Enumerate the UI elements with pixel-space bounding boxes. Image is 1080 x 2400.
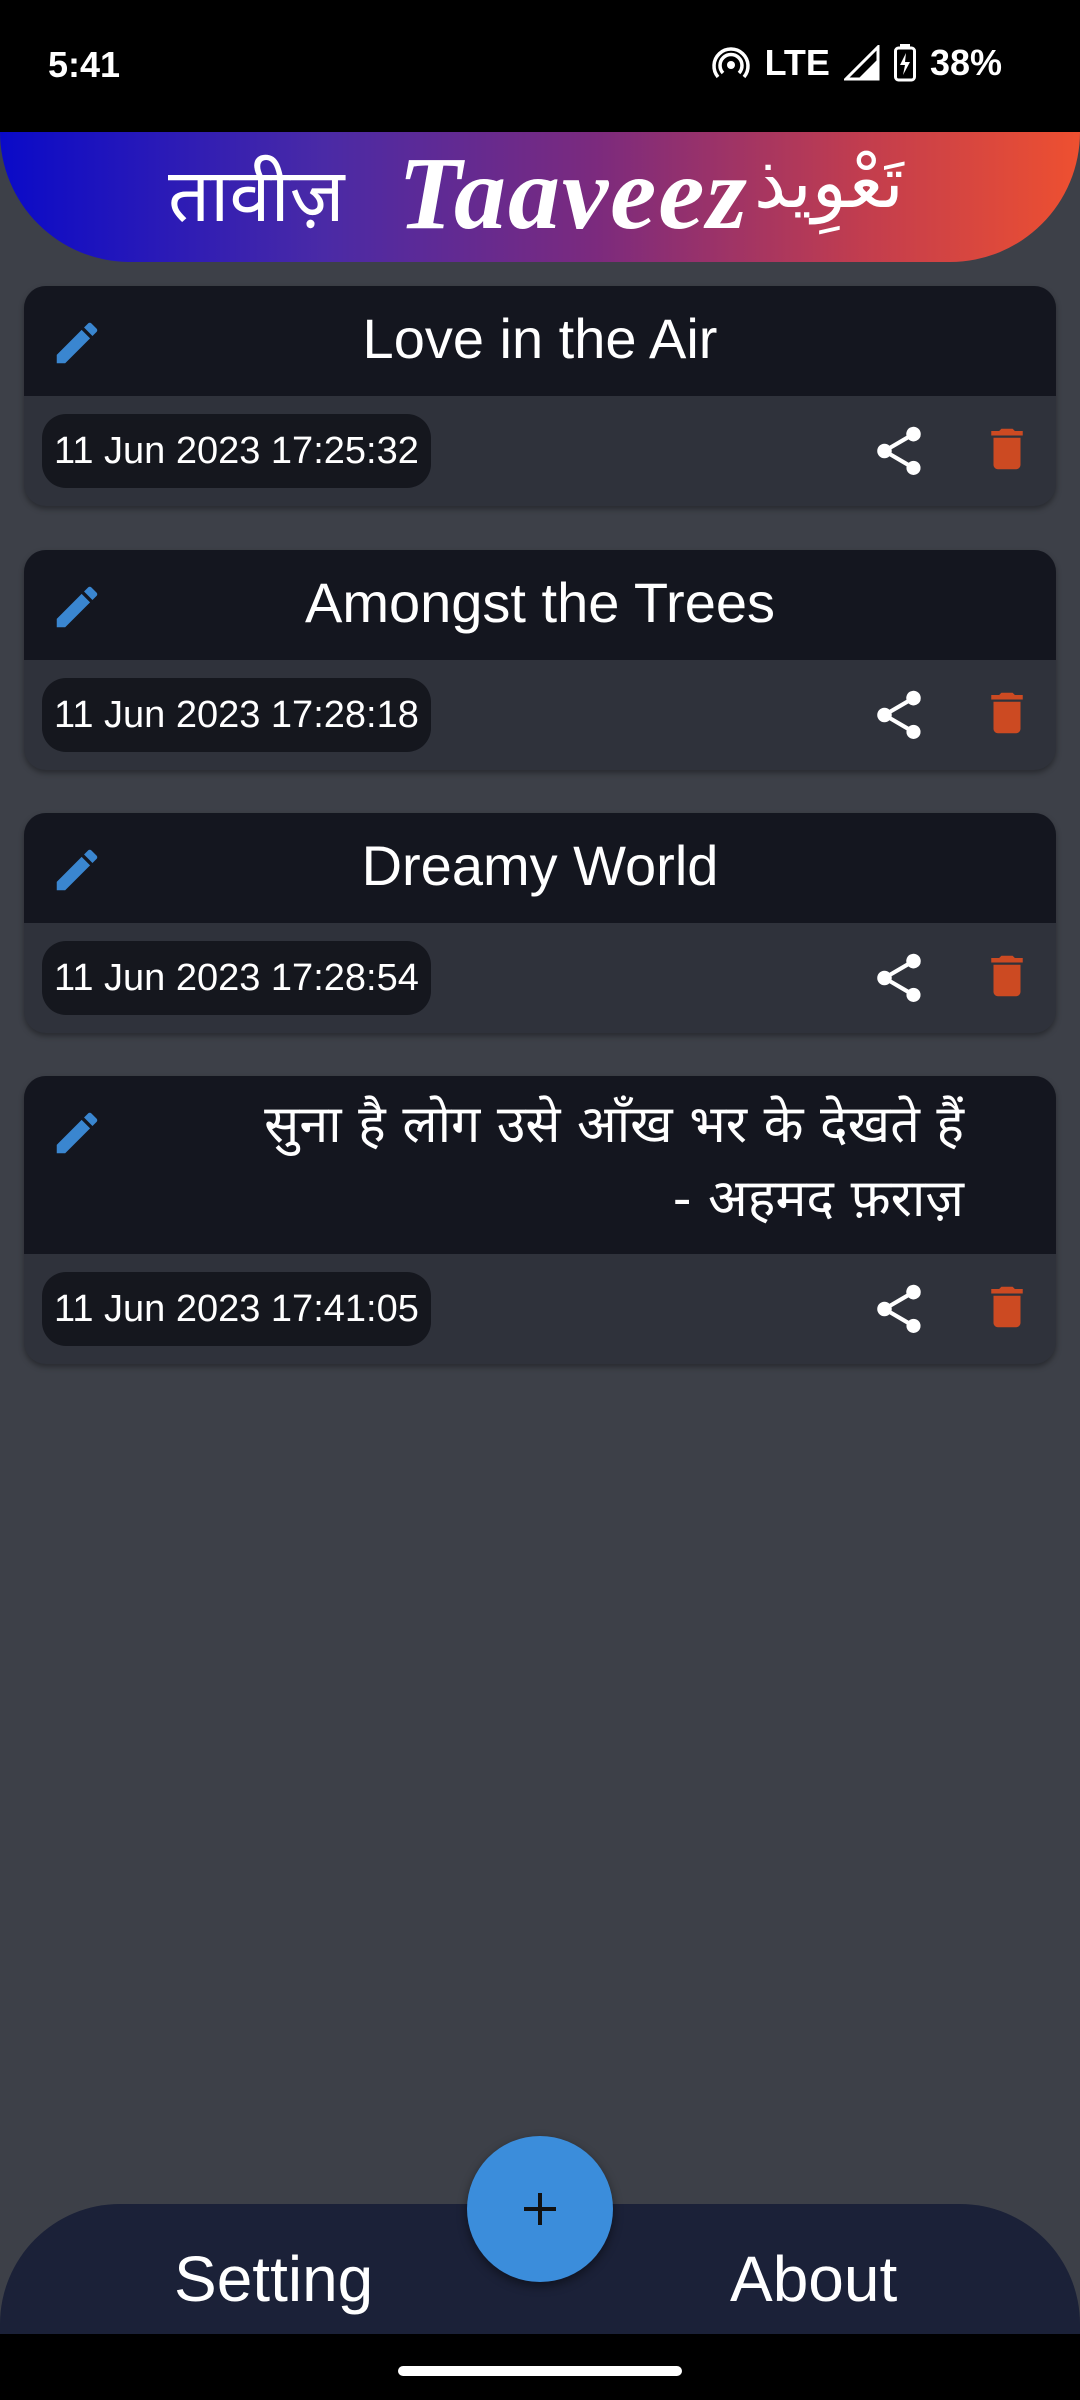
delete-icon[interactable] [980,1276,1034,1343]
note-title: Amongst the Trees [304,571,775,634]
network-type: LTE [764,42,830,83]
add-note-button[interactable] [467,2136,613,2282]
battery-icon [893,44,916,82]
note-title: Love in the Air [362,307,718,370]
note-card-header[interactable]: Dreamy World [24,813,1056,923]
status-bar: 5:41 LTE 38% [0,0,1080,132]
note-card-header[interactable]: Amongst the Trees [24,550,1056,660]
note-card-header[interactable]: Love in the Air [24,286,1056,396]
status-icons: LTE 38% [711,42,1002,84]
share-icon[interactable] [870,1280,928,1343]
note-card-footer: 11 Jun 2023 17:28:54 [24,923,1056,1033]
note-card-header[interactable]: सुना है लोग उसे आँख भर के देखते हैं - अह… [24,1076,1056,1254]
battery-percent: 38% [929,42,1002,83]
note-title-line2: - अहमद फ़राज़ [672,1169,964,1229]
delete-icon[interactable] [980,418,1034,485]
plus-icon [524,2193,556,2225]
delete-icon[interactable] [980,682,1034,749]
note-card[interactable]: सुना है लोग उसे आँख भर के देखते हैं - अह… [24,1076,1056,1364]
note-card-footer: 11 Jun 2023 17:25:32 [24,396,1056,506]
note-title: Dreamy World [361,834,719,897]
delete-icon[interactable] [980,945,1034,1012]
hotspot-icon [711,43,751,83]
share-icon[interactable] [870,422,928,485]
note-title-line1: सुना है लोग उसे आँख भर के देखते हैं [264,1095,964,1155]
note-date-chip: 11 Jun 2023 17:28:18 [42,678,431,752]
app-title-urdu: تَعْوِیذ [754,140,904,224]
note-date-chip: 11 Jun 2023 17:25:32 [42,414,431,488]
share-icon[interactable] [870,686,928,749]
note-date-chip: 11 Jun 2023 17:28:54 [42,941,431,1015]
note-card-footer: 11 Jun 2023 17:41:05 [24,1254,1056,1364]
share-icon[interactable] [870,949,928,1012]
nav-setting[interactable]: Setting [174,2242,373,2316]
status-time: 5:41 [48,44,121,85]
note-date-chip: 11 Jun 2023 17:41:05 [42,1272,431,1346]
app-header-banner: तावीज़ Taaveez تَعْوِیذ [0,132,1080,262]
app-title-hindi: तावीज़ [168,153,345,239]
signal-icon [843,45,880,81]
nav-about[interactable]: About [730,2242,897,2316]
note-card[interactable]: Amongst the Trees 11 Jun 2023 17:28:18 [24,550,1056,770]
note-card-footer: 11 Jun 2023 17:28:18 [24,660,1056,770]
edit-icon[interactable] [50,1106,104,1165]
note-card[interactable]: Dreamy World 11 Jun 2023 17:28:54 [24,813,1056,1033]
note-card[interactable]: Love in the Air 11 Jun 2023 17:25:32 [24,286,1056,506]
app-title-latin: Taaveez [398,136,749,251]
gesture-handle[interactable] [398,2366,682,2376]
